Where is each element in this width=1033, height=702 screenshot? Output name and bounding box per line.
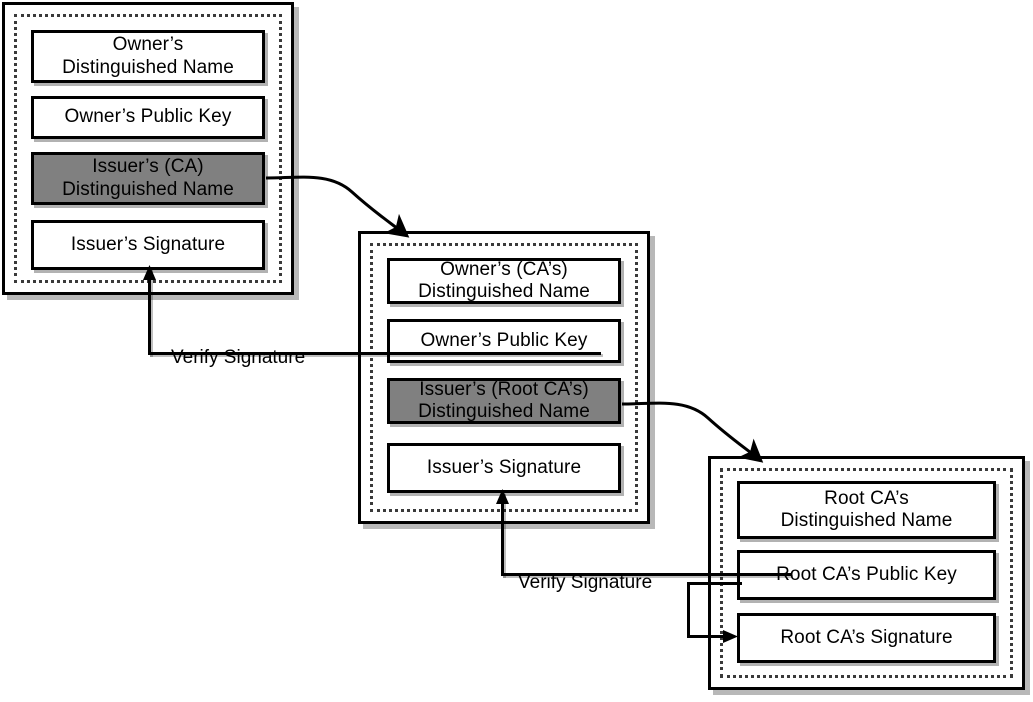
field-text: Owner’s Public Key — [390, 330, 618, 352]
field-text: Root CA’s Distinguished Name — [740, 488, 993, 532]
field-text: Issuer’s Signature — [390, 457, 618, 479]
field-line-1: Owner’s — [112, 34, 184, 56]
field-line-1: Root CA’s Signature — [780, 626, 953, 648]
field-issuer-ca-distinguished-name: Issuer’s (CA) Distinguished Name — [31, 152, 265, 205]
field-issuer-root-ca-distinguished-name: Issuer’s (Root CA’s) Distinguished Name — [387, 378, 621, 424]
verify-signature-connector-2-vertical — [501, 492, 504, 576]
field-line-2: Distinguished Name — [418, 401, 590, 422]
label-verify-signature-2: Verify Signature — [518, 572, 653, 593]
field-line-1: Issuer’s (Root CA’s) — [419, 378, 589, 400]
verify-signature-connector-1-vertical — [148, 268, 151, 355]
field-ca-issuer-signature: Issuer’s Signature — [387, 443, 621, 493]
field-owner-distinguished-name: Owner’s Distinguished Name — [31, 30, 265, 83]
field-owner-public-key: Owner’s Public Key — [31, 96, 265, 139]
root-ca-selfloop-top — [687, 582, 742, 585]
field-line-1: Owner’s Public Key — [64, 106, 232, 128]
field-line-1: Owner’s (CA’s) — [440, 258, 568, 280]
label-verify-signature-1: Verify Signature — [171, 347, 306, 368]
field-text: Owner’s Distinguished Name — [34, 34, 262, 78]
field-ca-owner-public-key: Owner’s Public Key — [387, 319, 621, 363]
field-text: Owner’s (CA’s) Distinguished Name — [390, 259, 618, 303]
field-owner-ca-distinguished-name: Owner’s (CA’s) Distinguished Name — [387, 258, 621, 304]
root-ca-selfloop-vertical — [687, 582, 690, 638]
field-line-1: Issuer’s Signature — [70, 233, 226, 255]
field-line-2: Distinguished Name — [62, 56, 234, 78]
field-line-2: Distinguished Name — [780, 510, 953, 531]
field-line-2: Distinguished Name — [62, 178, 234, 200]
field-line-1: Issuer’s (CA) — [92, 156, 204, 178]
field-line-2: Distinguished Name — [418, 281, 590, 302]
field-line-1: Root CA’s Public Key — [776, 563, 957, 585]
field-text: Issuer’s (CA) Distinguished Name — [34, 156, 262, 200]
field-root-ca-signature: Root CA’s Signature — [737, 613, 996, 663]
field-line-1: Issuer’s Signature — [426, 456, 582, 478]
field-text: Owner’s Public Key — [34, 106, 262, 128]
field-root-ca-distinguished-name: Root CA’s Distinguished Name — [737, 481, 996, 539]
field-text: Issuer’s Signature — [34, 234, 262, 256]
field-text: Root CA’s Signature — [740, 627, 993, 649]
field-line-1: Root CA’s — [824, 487, 909, 509]
field-line-1: Owner’s Public Key — [420, 329, 588, 351]
field-text: Issuer’s (Root CA’s) Distinguished Name — [390, 379, 618, 423]
root-ca-selfloop-bottom — [687, 635, 731, 638]
field-issuer-signature: Issuer’s Signature — [31, 220, 265, 270]
diagram-canvas: Owner’s Distinguished Name Owner’s Publi… — [0, 0, 1033, 702]
